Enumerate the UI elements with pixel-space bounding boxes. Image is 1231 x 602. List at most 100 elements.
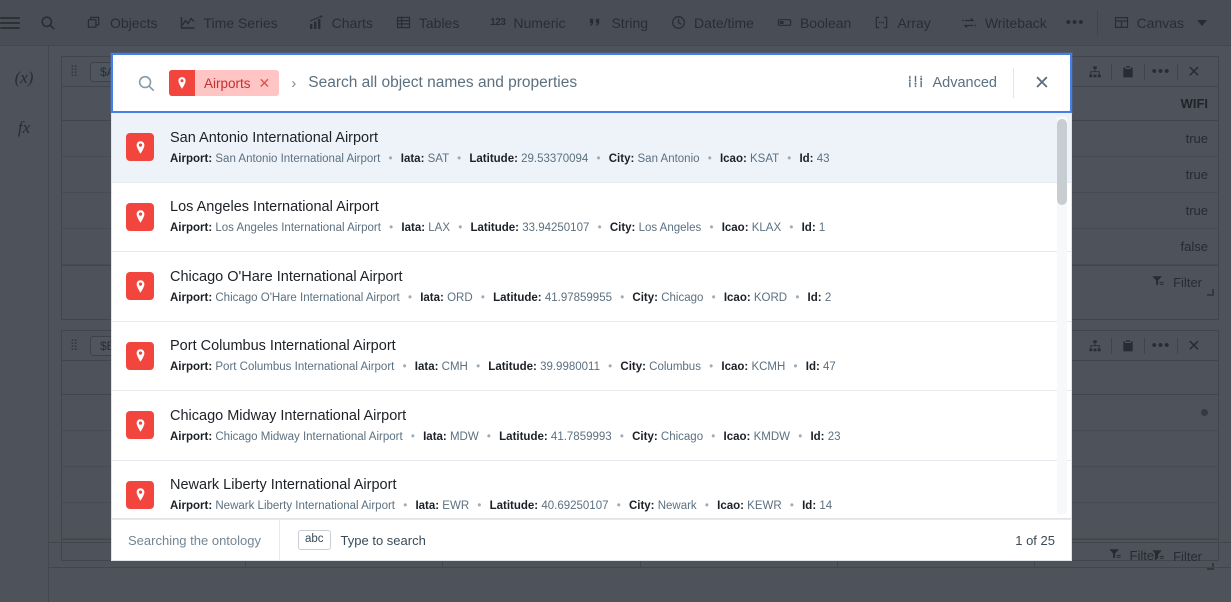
result-text: Los Angeles International Airport Airpor…: [170, 199, 825, 234]
value-iata: ORD: [447, 291, 473, 304]
value-city: Chicago: [661, 291, 704, 304]
panel-a-actions: ••• ✕: [1079, 58, 1210, 86]
toolbar-item-datetime[interactable]: Date/time: [659, 8, 765, 37]
label-icao: Icao:: [723, 430, 751, 443]
toolbar-overflow-button[interactable]: •••: [1058, 8, 1093, 37]
label-latitude: Latitude:: [493, 291, 542, 304]
clipboard-icon[interactable]: [1112, 332, 1144, 360]
toolbar-item-tables[interactable]: Tables: [384, 8, 470, 37]
toolbar-right-group: Canvas: [1093, 8, 1231, 37]
drag-handle-icon[interactable]: ⣿: [70, 66, 82, 77]
label-latitude: Latitude:: [499, 430, 548, 443]
map-pin-icon: [126, 411, 154, 440]
more-icon[interactable]: •••: [1145, 58, 1177, 86]
toggle-icon: [776, 14, 793, 31]
separator: •: [596, 152, 601, 165]
more-icon[interactable]: •••: [1145, 332, 1177, 360]
result-title: Newark Liberty International Airport: [170, 477, 397, 494]
search-results-list[interactable]: San Antonio International Airport Airpor…: [111, 113, 1072, 519]
hierarchy-icon[interactable]: [1079, 332, 1111, 360]
value-id: 1: [818, 222, 826, 235]
separator: •: [711, 291, 716, 304]
rail-item-variables[interactable]: (x): [15, 68, 34, 88]
label-icao: Icao:: [717, 500, 744, 513]
result-title: San Antonio International Airport: [170, 129, 378, 146]
toolbar-item-time-series[interactable]: Time Series: [168, 8, 288, 37]
chip-remove-close-icon[interactable]: ✕: [259, 76, 280, 90]
search-result-row[interactable]: Chicago Midway International Airport Air…: [112, 391, 1071, 461]
hamburger-menu-button[interactable]: [0, 0, 20, 46]
label-latitude: Latitude:: [488, 361, 537, 374]
charts-icon: [308, 14, 325, 31]
value-city: San Antonio: [637, 152, 700, 165]
toolbar-item-numeric[interactable]: 123 Numeric: [478, 8, 576, 37]
separator: •: [597, 222, 602, 235]
search-result-row[interactable]: Chicago O'Hare International Airport Air…: [112, 252, 1071, 322]
separator: •: [711, 430, 716, 443]
toolbar-item-string[interactable]: String: [576, 8, 659, 37]
hierarchy-icon[interactable]: [1079, 58, 1111, 86]
search-result-row[interactable]: Los Angeles International Airport Airpor…: [112, 183, 1071, 252]
resize-handle[interactable]: [1207, 289, 1214, 296]
value-latitude: 39.9980011: [540, 361, 600, 374]
result-count: 1 of 25: [1015, 532, 1055, 548]
search-icon: [39, 14, 56, 31]
close-icon[interactable]: ✕: [1178, 332, 1210, 360]
quote-icon: [587, 14, 604, 31]
search-result-row[interactable]: Newark Liberty International Airport Air…: [112, 461, 1071, 519]
search-bar[interactable]: Airports ✕ › Search all object names and…: [111, 53, 1072, 113]
drag-handle-icon[interactable]: ⣿: [70, 340, 82, 351]
separator: •: [477, 500, 482, 513]
separator: •: [798, 430, 803, 443]
separator: •: [476, 361, 481, 374]
map-pin-icon: [126, 202, 154, 231]
value-icao: KMDW: [753, 430, 790, 443]
filter-icon[interactable]: [1151, 274, 1165, 291]
value-id: 14: [819, 500, 833, 513]
rail-item-functions[interactable]: fx: [18, 118, 30, 138]
value-id: 43: [816, 152, 830, 165]
panel-a-filter-label[interactable]: Filter: [1173, 275, 1202, 290]
label-airport: Airport:: [170, 361, 213, 374]
label-id: Id:: [807, 291, 822, 304]
toolbar-search-button[interactable]: [28, 8, 67, 37]
search-close-button[interactable]: ✕: [1014, 55, 1070, 111]
toolbar-item-array[interactable]: Array: [862, 8, 941, 37]
toolbar-item-label: Time Series: [203, 14, 278, 31]
close-icon[interactable]: ✕: [1178, 58, 1210, 86]
value-id: 23: [827, 430, 841, 443]
label-iata: Iata:: [420, 291, 444, 304]
toolbar-item-objects[interactable]: Objects: [75, 8, 168, 37]
label-icao: Icao:: [723, 291, 751, 304]
value-latitude: 41.7859993: [550, 430, 612, 443]
toolbar-item-boolean[interactable]: Boolean: [765, 8, 862, 37]
results-scrollbar-thumb[interactable]: [1057, 119, 1067, 205]
tables-icon: [395, 14, 412, 31]
numeric-123-icon: 123: [490, 17, 506, 28]
advanced-button[interactable]: Advanced: [891, 55, 1014, 111]
search-status: Searching the ontology: [112, 520, 280, 560]
label-icao: Icao:: [721, 361, 749, 374]
toolbar-item-label: String: [611, 14, 649, 31]
label-id: Id:: [801, 222, 816, 235]
toolbar-item-writeback[interactable]: Writeback: [950, 8, 1058, 37]
separator: •: [458, 222, 463, 235]
separator: •: [457, 152, 462, 165]
search-input[interactable]: Search all object names and properties: [308, 74, 890, 92]
object-type-chip-airports[interactable]: Airports ✕: [169, 70, 280, 96]
separator: •: [704, 500, 709, 513]
search-result-row[interactable]: San Antonio International Airport Airpor…: [112, 113, 1071, 183]
keyboard-hint-badge: abc: [297, 530, 331, 550]
result-properties: Airport: Chicago Midway International Ai…: [170, 431, 841, 443]
time-series-icon: [179, 14, 196, 31]
label-icao: Icao:: [721, 222, 749, 235]
label-airport: Airport:: [170, 152, 213, 165]
canvas-icon: [1113, 14, 1130, 31]
search-result-row[interactable]: Port Columbus International Airport Airp…: [112, 322, 1071, 391]
value-city: Chicago: [660, 430, 704, 443]
canvas-dropdown-button[interactable]: Canvas: [1102, 8, 1218, 37]
clipboard-icon[interactable]: [1112, 58, 1144, 86]
omni-search-overlay: Airports ✕ › Search all object names and…: [111, 53, 1072, 561]
toolbar-item-charts[interactable]: Charts: [297, 8, 384, 37]
separator: •: [608, 361, 613, 374]
